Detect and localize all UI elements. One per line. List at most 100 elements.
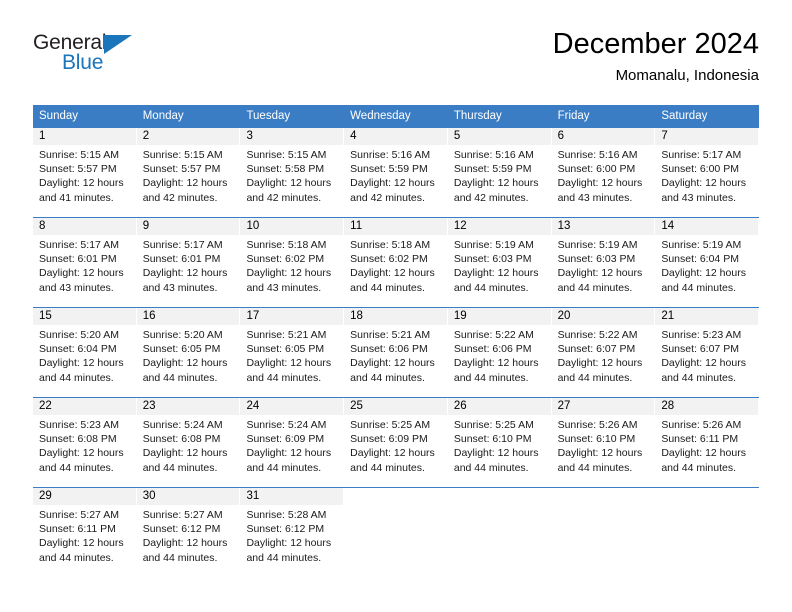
day-cell[interactable]: 9 Sunrise: 5:17 AM Sunset: 6:01 PM Dayli… <box>136 218 241 307</box>
sunset-text: Sunset: 6:12 PM <box>246 523 325 536</box>
day-details: Sunrise: 5:26 AM Sunset: 6:10 PM Dayligh… <box>552 415 656 475</box>
daylight-text: Daylight: 12 hours and 42 minutes. <box>350 177 435 204</box>
day-number: 26 <box>447 398 552 415</box>
day-details: Sunrise: 5:25 AM Sunset: 6:10 PM Dayligh… <box>448 415 552 475</box>
day-cell[interactable]: 12 Sunrise: 5:19 AM Sunset: 6:03 PM Dayl… <box>447 218 552 307</box>
day-cell[interactable]: 30 Sunrise: 5:27 AM Sunset: 6:12 PM Dayl… <box>136 488 241 577</box>
day-cell[interactable]: 4 Sunrise: 5:16 AM Sunset: 5:59 PM Dayli… <box>344 128 448 217</box>
day-cell[interactable]: 19 Sunrise: 5:22 AM Sunset: 6:06 PM Dayl… <box>447 308 552 397</box>
day-cell[interactable]: 22 Sunrise: 5:23 AM Sunset: 6:08 PM Dayl… <box>33 398 137 487</box>
sunrise-text: Sunrise: 5:24 AM <box>142 419 223 431</box>
day-cell[interactable]: 1 Sunrise: 5:15 AM Sunset: 5:57 PM Dayli… <box>33 128 137 217</box>
day-cell[interactable]: 18 Sunrise: 5:21 AM Sunset: 6:06 PM Dayl… <box>344 308 448 397</box>
day-cell[interactable]: 13 Sunrise: 5:19 AM Sunset: 6:03 PM Dayl… <box>551 218 656 307</box>
daylight-text: Daylight: 12 hours and 44 minutes. <box>142 537 228 564</box>
day-details: Sunrise: 5:17 AM Sunset: 6:01 PM Dayligh… <box>137 235 241 295</box>
day-cell[interactable]: 7 Sunrise: 5:17 AM Sunset: 6:00 PM Dayli… <box>655 128 760 217</box>
day-cell-empty <box>344 488 448 577</box>
daylight-text: Daylight: 12 hours and 44 minutes. <box>453 357 539 384</box>
daylight-text: Daylight: 12 hours and 44 minutes. <box>350 357 435 384</box>
day-cell[interactable]: 11 Sunrise: 5:18 AM Sunset: 6:02 PM Dayl… <box>344 218 448 307</box>
day-number: 31 <box>240 488 345 505</box>
day-cell[interactable]: 20 Sunrise: 5:22 AM Sunset: 6:07 PM Dayl… <box>551 308 656 397</box>
sunset-text: Sunset: 6:08 PM <box>142 433 221 446</box>
daylight-text: Daylight: 12 hours and 44 minutes. <box>142 447 228 474</box>
day-number: 30 <box>136 488 241 505</box>
day-cell[interactable]: 14 Sunrise: 5:19 AM Sunset: 6:04 PM Dayl… <box>655 218 760 307</box>
day-cell[interactable]: 3 Sunrise: 5:15 AM Sunset: 5:58 PM Dayli… <box>240 128 345 217</box>
sunset-text: Sunset: 6:03 PM <box>557 253 636 266</box>
day-number: 18 <box>344 308 448 325</box>
day-details: Sunrise: 5:19 AM Sunset: 6:03 PM Dayligh… <box>552 235 656 295</box>
day-number <box>655 488 760 505</box>
sunset-text: Sunset: 5:57 PM <box>142 163 221 176</box>
day-details: Sunrise: 5:18 AM Sunset: 6:02 PM Dayligh… <box>344 235 448 295</box>
day-cell[interactable]: 8 Sunrise: 5:17 AM Sunset: 6:01 PM Dayli… <box>33 218 137 307</box>
day-cell[interactable]: 26 Sunrise: 5:25 AM Sunset: 6:10 PM Dayl… <box>447 398 552 487</box>
daylight-text: Daylight: 12 hours and 44 minutes. <box>453 447 539 474</box>
day-number: 29 <box>33 488 137 505</box>
sunrise-text: Sunrise: 5:23 AM <box>661 329 742 341</box>
day-cell[interactable]: 15 Sunrise: 5:20 AM Sunset: 6:04 PM Dayl… <box>33 308 137 397</box>
daylight-text: Daylight: 12 hours and 44 minutes. <box>661 357 746 384</box>
daylight-text: Daylight: 12 hours and 44 minutes. <box>661 447 746 474</box>
sunrise-text: Sunrise: 5:16 AM <box>557 149 638 161</box>
day-cell[interactable]: 29 Sunrise: 5:27 AM Sunset: 6:11 PM Dayl… <box>33 488 137 577</box>
sunrise-text: Sunrise: 5:17 AM <box>39 239 119 251</box>
sunset-text: Sunset: 6:11 PM <box>661 433 739 446</box>
day-number: 1 <box>33 128 137 145</box>
page-header: General Blue December 2024 Momanalu, Ind… <box>33 26 759 98</box>
sunset-text: Sunset: 6:09 PM <box>246 433 325 446</box>
sunrise-text: Sunrise: 5:27 AM <box>39 509 119 521</box>
day-details: Sunrise: 5:18 AM Sunset: 6:02 PM Dayligh… <box>240 235 344 295</box>
daylight-text: Daylight: 12 hours and 43 minutes. <box>246 267 332 294</box>
general-blue-logo[interactable]: General Blue <box>33 32 143 80</box>
day-cell[interactable]: 17 Sunrise: 5:21 AM Sunset: 6:05 PM Dayl… <box>240 308 345 397</box>
day-cell[interactable]: 27 Sunrise: 5:26 AM Sunset: 6:10 PM Dayl… <box>551 398 656 487</box>
sunrise-text: Sunrise: 5:21 AM <box>350 329 431 341</box>
weekday-header-saturday: Saturday <box>661 110 708 122</box>
day-number: 3 <box>240 128 345 145</box>
day-details: Sunrise: 5:22 AM Sunset: 6:07 PM Dayligh… <box>552 325 656 385</box>
day-details: Sunrise: 5:24 AM Sunset: 6:09 PM Dayligh… <box>240 415 344 475</box>
day-cell[interactable]: 16 Sunrise: 5:20 AM Sunset: 6:05 PM Dayl… <box>136 308 241 397</box>
day-number: 11 <box>344 218 448 235</box>
day-number: 5 <box>447 128 552 145</box>
day-details: Sunrise: 5:16 AM Sunset: 5:59 PM Dayligh… <box>448 145 552 205</box>
day-details: Sunrise: 5:25 AM Sunset: 6:09 PM Dayligh… <box>344 415 448 475</box>
day-cell[interactable]: 24 Sunrise: 5:24 AM Sunset: 6:09 PM Dayl… <box>240 398 345 487</box>
day-details: Sunrise: 5:16 AM Sunset: 6:00 PM Dayligh… <box>552 145 656 205</box>
day-number: 24 <box>240 398 345 415</box>
day-cell[interactable]: 28 Sunrise: 5:26 AM Sunset: 6:11 PM Dayl… <box>655 398 760 487</box>
day-cell-empty <box>447 488 552 577</box>
daylight-text: Daylight: 12 hours and 44 minutes. <box>246 537 332 564</box>
daylight-text: Daylight: 12 hours and 44 minutes. <box>39 447 124 474</box>
day-cell[interactable]: 25 Sunrise: 5:25 AM Sunset: 6:09 PM Dayl… <box>344 398 448 487</box>
day-details: Sunrise: 5:20 AM Sunset: 6:05 PM Dayligh… <box>137 325 241 385</box>
day-details: Sunrise: 5:20 AM Sunset: 6:04 PM Dayligh… <box>33 325 137 385</box>
day-details: Sunrise: 5:22 AM Sunset: 6:06 PM Dayligh… <box>448 325 552 385</box>
day-cell[interactable]: 6 Sunrise: 5:16 AM Sunset: 6:00 PM Dayli… <box>551 128 656 217</box>
daylight-text: Daylight: 12 hours and 44 minutes. <box>350 267 435 294</box>
day-cell[interactable]: 23 Sunrise: 5:24 AM Sunset: 6:08 PM Dayl… <box>136 398 241 487</box>
sunrise-text: Sunrise: 5:15 AM <box>142 149 223 161</box>
day-details: Sunrise: 5:21 AM Sunset: 6:05 PM Dayligh… <box>240 325 344 385</box>
day-number: 9 <box>136 218 241 235</box>
day-cell[interactable]: 10 Sunrise: 5:18 AM Sunset: 6:02 PM Dayl… <box>240 218 345 307</box>
day-details: Sunrise: 5:19 AM Sunset: 6:04 PM Dayligh… <box>655 235 759 295</box>
daylight-text: Daylight: 12 hours and 44 minutes. <box>246 357 332 384</box>
day-details: Sunrise: 5:15 AM Sunset: 5:58 PM Dayligh… <box>240 145 344 205</box>
day-number: 6 <box>551 128 656 145</box>
day-cell-empty <box>551 488 656 577</box>
day-cell[interactable]: 5 Sunrise: 5:16 AM Sunset: 5:59 PM Dayli… <box>447 128 552 217</box>
sunset-text: Sunset: 6:07 PM <box>661 343 739 356</box>
triangle-icon <box>104 35 132 54</box>
day-cell[interactable]: 31 Sunrise: 5:28 AM Sunset: 6:12 PM Dayl… <box>240 488 345 577</box>
day-cell[interactable]: 21 Sunrise: 5:23 AM Sunset: 6:07 PM Dayl… <box>655 308 760 397</box>
daylight-text: Daylight: 12 hours and 42 minutes. <box>246 177 332 204</box>
calendar-grid: Sunday Monday Tuesday Wednesday Thursday… <box>33 105 760 577</box>
day-number: 23 <box>136 398 241 415</box>
sunrise-text: Sunrise: 5:25 AM <box>350 419 431 431</box>
day-cell[interactable]: 2 Sunrise: 5:15 AM Sunset: 5:57 PM Dayli… <box>136 128 241 217</box>
daylight-text: Daylight: 12 hours and 44 minutes. <box>453 267 539 294</box>
